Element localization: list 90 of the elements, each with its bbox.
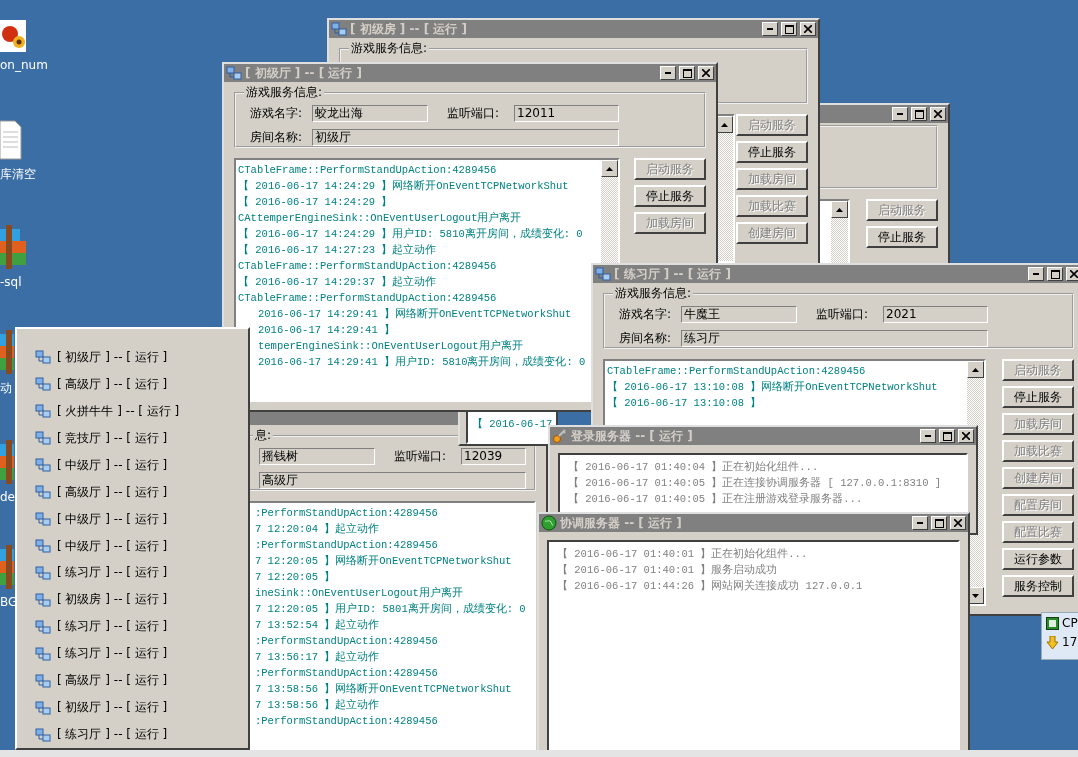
game-name-field[interactable]: 摇钱树 [259,448,375,465]
tray-label[interactable]: 17 [1062,635,1078,649]
action-button[interactable]: 停止服务 [736,141,808,163]
menu-item[interactable]: [ 练习厅 ] -- [ 运行 ] [57,564,168,582]
log-line: ineSink::OnEventUserLogout用户离开 [255,586,463,601]
desktop-icon-label[interactable]: 库清空 [0,166,36,183]
desktop-icon-label[interactable]: 动 [0,380,12,397]
action-button[interactable]: 停止服务 [634,185,706,207]
menu-item[interactable]: [ 高级厅 ] -- [ 运行 ] [57,483,168,501]
log-line: 7 12:20:05 】 [255,570,336,585]
log-line: 【 2016-06-17 14:24:29 】 [238,195,393,210]
menu-item[interactable]: [ 练习厅 ] -- [ 运行 ] [57,645,168,663]
window-title: 登录服务器 -- [ 运行 ] [571,428,693,443]
log-line: CTableFrame::PerformStandUpAction:4289456 [238,291,497,306]
desktop-icon-label[interactable]: -sql [0,275,22,289]
window-title: [ 练习厅 ] -- [ 运行 ] [614,266,731,281]
log-line: 【 2016-06-17 13:10:08 】网络断开OnEventTCPNetworkShut [607,380,938,395]
action-button[interactable]: 停止服务 [866,226,938,248]
window-title: 协调服务器 -- [ 运行 ] [560,515,682,530]
log-line: 【 2016-06-17 [472,417,553,432]
action-button[interactable]: 停止服务 [1002,386,1074,408]
log-line: 【 2016-06-17 13:10:08 】 [607,396,762,411]
menu-item[interactable]: [ 练习厅 ] -- [ 运行 ] [57,618,168,636]
log-line: 【 2016-06-17 14:27:23 】起立动作 [238,243,437,258]
log-line: temperEngineSink::OnEventUserLogout用户离开 [258,339,523,354]
menu-item[interactable]: [ 高级厅 ] -- [ 运行 ] [57,672,168,690]
menu-item[interactable]: [ 中级厅 ] -- [ 运行 ] [57,456,168,474]
log-line: :PerformStandUpAction:4289456 [255,666,438,681]
log-line: :PerformStandUpAction:4289456 [255,506,438,521]
log-line: CTableFrame::PerformStandUpAction:4289456 [238,259,497,274]
log-line: 【 2016-06-17 14:29:37 】起立动作 [238,275,437,290]
port-field[interactable]: 12011 [514,105,619,122]
field-label: 房间名称: [618,330,673,347]
log-line: 7 12:20:05 】用户ID: 5801离开房间，成绩变化: 0 [255,602,526,617]
field-label: 监听端口: [446,105,501,122]
menu-item[interactable]: [ 中级厅 ] -- [ 运行 ] [57,510,168,528]
port-field[interactable]: 12039 [461,448,526,465]
menu-item[interactable]: [ 初级厅 ] -- [ 运行 ] [57,348,168,366]
log-line: 【 2016-06-17 14:24:29 】网络断开OnEventTCPNetworkShut [238,179,569,194]
log-line: :PerformStandUpAction:4289456 [255,714,438,729]
field-label: 监听端口: [393,448,448,465]
group-label: 游戏服务信息: [614,285,693,302]
window-title: [ 初级房 ] -- [ 运行 ] [350,21,467,36]
log-line: 2016-06-17 14:29:41 】网络断开OnEventTCPNetworkShut [258,307,572,322]
log-line: 【 2016-06-17 01:40:01 】服务启动成功 [557,563,778,578]
window-title: [ 初级厅 ] -- [ 运行 ] [245,65,362,80]
log-line: 【 2016-06-17 14:24:29 】用户ID: 5810离开房间，成绩变化: 0 [238,227,583,242]
menu-item[interactable]: [ 初级厅 ] -- [ 运行 ] [57,699,168,717]
log-line: CTableFrame::PerformStandUpAction:4289456 [238,163,497,178]
desktop-icon-label[interactable]: de [0,490,15,504]
log-line: 2016-06-17 14:29:41 】用户ID: 5810离开房间，成绩变化: 0 [258,355,586,370]
menu-item[interactable]: [ 初级房 ] -- [ 运行 ] [57,591,168,609]
menu-item[interactable]: [ 高级厅 ] -- [ 运行 ] [57,375,168,393]
game-name-field[interactable]: 蛟龙出海 [312,105,428,122]
action-button[interactable]: 服务控制 [1002,575,1074,597]
port-field[interactable]: 2021 [883,306,988,323]
log-line: 【 2016-06-17 01:40:04 】正在初始化组件... [568,460,819,475]
group-label: 游戏服务信息: [350,40,429,57]
field-label: 房间名称: [249,129,304,146]
log-line: 【 2016-06-17 01:40:01 】正在初始化组件... [557,547,808,562]
room-name-field[interactable]: 初级厅 [312,129,619,146]
log-line: 7 13:56:17 】起立动作 [255,650,380,665]
log-line: 7 13:58:56 】网络断开OnEventTCPNetworkShut [255,682,512,697]
log-line: 2016-06-17 14:29:41 】 [258,323,396,338]
log-line: 7 13:52:54 】起立动作 [255,618,380,633]
log-line: 【 2016-06-17 01:40:05 】正在注册游戏登录服务器... [568,492,863,507]
desktop-icon-label[interactable]: on_num [0,58,48,72]
field-label: 游戏名字: [249,105,304,122]
log-line: 7 12:20:05 】网络断开OnEventTCPNetworkShut [255,554,512,569]
room-name-field[interactable]: 高级厅 [259,472,526,489]
group-label: 息: [254,427,273,444]
room-name-field[interactable]: 练习厅 [681,330,988,347]
action-button[interactable]: 运行参数 [1002,548,1074,570]
menu-item[interactable]: [ 竞技厅 ] -- [ 运行 ] [57,429,168,447]
group-label: 游戏服务信息: [245,84,324,101]
field-label: 游戏名字: [618,306,673,323]
log-line: 【 2016-06-17 01:40:05 】正在连接协调服务器 [ 127.0.0.1:8310 ] [568,476,942,491]
field-label: 监听端口: [815,306,870,323]
log-line: :PerformStandUpAction:4289456 [255,634,438,649]
log-line: 【 2016-06-17 01:44:26 】网站网关连接成功 127.0.0.1 [557,579,863,594]
tray-label[interactable]: CP [1062,616,1078,630]
menu-item[interactable]: [ 练习厅 ] -- [ 运行 ] [57,726,168,744]
menu-item[interactable]: [ 中级厅 ] -- [ 运行 ] [57,537,168,555]
log-line: :PerformStandUpAction:4289456 [255,538,438,553]
log-line: 7 12:20:04 】起立动作 [255,522,380,537]
game-name-field[interactable]: 牛魔王 [681,306,797,323]
log-line: 7 13:58:56 】起立动作 [255,698,380,713]
log-line: CTableFrame::PerformStandUpAction:4289456 [607,364,866,379]
log-line: CAttemperEngineSink::OnEventUserLogout用户离开 [238,211,522,226]
menu-item[interactable]: [ 火拼牛牛 ] -- [ 运行 ] [57,402,180,420]
